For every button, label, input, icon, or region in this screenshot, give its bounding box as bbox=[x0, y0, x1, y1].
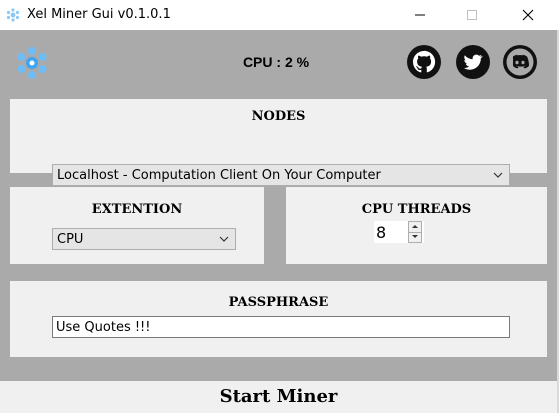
cpu-usage-label: CPU : 2 % bbox=[242, 54, 310, 70]
xel-logo-icon bbox=[17, 47, 47, 79]
cpu-threads-panel: CPU THREADS 8 bbox=[286, 187, 547, 264]
main-panel: CPU : 2 % NODES Localhost - Computation … bbox=[0, 30, 557, 381]
chevron-up-icon bbox=[412, 225, 418, 228]
passphrase-panel: PASSPHRASE Use Quotes !!! bbox=[10, 281, 547, 357]
cpu-threads-title: CPU THREADS bbox=[361, 202, 472, 217]
nodes-title: NODES bbox=[251, 109, 306, 124]
discord-icon[interactable] bbox=[502, 44, 538, 80]
app-icon bbox=[6, 8, 20, 22]
passphrase-title: PASSPHRASE bbox=[228, 295, 329, 310]
chevron-down-icon bbox=[412, 235, 418, 238]
nodes-dropdown[interactable]: Localhost - Computation Client On Your C… bbox=[52, 164, 510, 186]
passphrase-input[interactable]: Use Quotes !!! bbox=[52, 316, 510, 338]
maximize-button[interactable] bbox=[449, 0, 495, 30]
title-bar: Xel Miner Gui v0.1.0.1 bbox=[0, 0, 559, 30]
extension-selected-value: CPU bbox=[57, 232, 84, 247]
chevron-down-icon bbox=[219, 236, 229, 242]
maximize-icon bbox=[467, 10, 477, 20]
close-button[interactable] bbox=[505, 0, 551, 30]
minimize-icon bbox=[415, 14, 425, 16]
twitter-icon[interactable] bbox=[455, 44, 491, 80]
github-icon[interactable] bbox=[406, 44, 442, 80]
extension-panel: EXTENTION CPU bbox=[10, 187, 264, 264]
passphrase-value: Use Quotes !!! bbox=[56, 320, 151, 335]
close-icon bbox=[522, 9, 534, 21]
nodes-panel: NODES Localhost - Computation Client On … bbox=[10, 99, 547, 186]
extension-dropdown[interactable]: CPU bbox=[52, 228, 236, 250]
cpu-threads-stepper[interactable]: 8 bbox=[374, 221, 424, 243]
minimize-button[interactable] bbox=[397, 0, 443, 30]
chevron-down-icon bbox=[493, 172, 503, 178]
cpu-threads-value: 8 bbox=[376, 223, 387, 242]
stepper-buttons bbox=[408, 221, 422, 243]
nodes-selected-value: Localhost - Computation Client On Your C… bbox=[57, 168, 381, 183]
stepper-down-button[interactable] bbox=[409, 232, 421, 242]
start-miner-button[interactable]: Start Miner bbox=[0, 381, 557, 413]
extension-title: EXTENTION bbox=[91, 202, 183, 217]
window-title: Xel Miner Gui v0.1.0.1 bbox=[27, 7, 171, 22]
